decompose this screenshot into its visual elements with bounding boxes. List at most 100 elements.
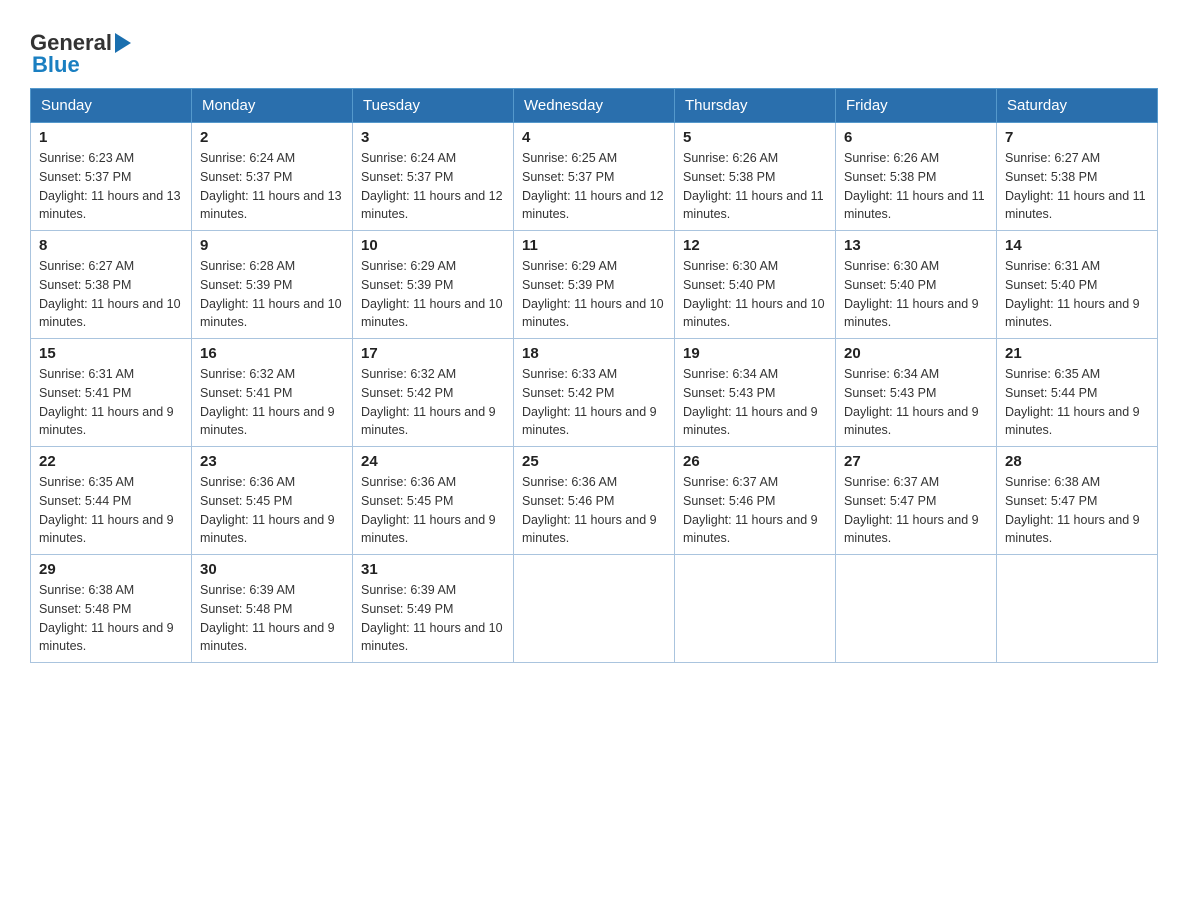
day-number: 3	[361, 129, 505, 146]
sunrise-label: Sunrise: 6:37 AM	[683, 475, 778, 489]
weekday-header-row: SundayMondayTuesdayWednesdayThursdayFrid…	[31, 89, 1158, 123]
sunset-label: Sunset: 5:47 PM	[1005, 494, 1097, 508]
sunset-label: Sunset: 5:44 PM	[1005, 386, 1097, 400]
sunrise-label: Sunrise: 6:30 AM	[683, 259, 778, 273]
sunset-label: Sunset: 5:48 PM	[39, 602, 131, 616]
daylight-label: Daylight: 11 hours and 11 minutes.	[683, 189, 824, 222]
day-info: Sunrise: 6:38 AM Sunset: 5:48 PM Dayligh…	[39, 581, 183, 656]
sunrise-label: Sunrise: 6:37 AM	[844, 475, 939, 489]
sunrise-label: Sunrise: 6:25 AM	[522, 151, 617, 165]
sunrise-label: Sunrise: 6:24 AM	[361, 151, 456, 165]
day-number: 27	[844, 453, 988, 470]
calendar-table: SundayMondayTuesdayWednesdayThursdayFrid…	[30, 88, 1158, 663]
calendar-header: SundayMondayTuesdayWednesdayThursdayFrid…	[31, 89, 1158, 123]
sunrise-label: Sunrise: 6:36 AM	[361, 475, 456, 489]
calendar-week-row: 22 Sunrise: 6:35 AM Sunset: 5:44 PM Dayl…	[31, 447, 1158, 555]
sunrise-label: Sunrise: 6:27 AM	[39, 259, 134, 273]
calendar-cell: 6 Sunrise: 6:26 AM Sunset: 5:38 PM Dayli…	[836, 123, 997, 231]
daylight-label: Daylight: 11 hours and 9 minutes.	[39, 621, 174, 654]
day-number: 26	[683, 453, 827, 470]
day-info: Sunrise: 6:32 AM Sunset: 5:41 PM Dayligh…	[200, 365, 344, 440]
sunrise-label: Sunrise: 6:30 AM	[844, 259, 939, 273]
daylight-label: Daylight: 11 hours and 9 minutes.	[39, 405, 174, 438]
sunset-label: Sunset: 5:37 PM	[522, 170, 614, 184]
calendar-cell: 21 Sunrise: 6:35 AM Sunset: 5:44 PM Dayl…	[997, 339, 1158, 447]
day-number: 8	[39, 237, 183, 254]
daylight-label: Daylight: 11 hours and 9 minutes.	[200, 513, 335, 546]
day-number: 28	[1005, 453, 1149, 470]
day-info: Sunrise: 6:28 AM Sunset: 5:39 PM Dayligh…	[200, 257, 344, 332]
sunrise-label: Sunrise: 6:36 AM	[522, 475, 617, 489]
sunrise-label: Sunrise: 6:35 AM	[1005, 367, 1100, 381]
weekday-header-saturday: Saturday	[997, 89, 1158, 123]
daylight-label: Daylight: 11 hours and 9 minutes.	[683, 405, 818, 438]
day-number: 18	[522, 345, 666, 362]
calendar-cell	[836, 555, 997, 663]
weekday-header-tuesday: Tuesday	[353, 89, 514, 123]
weekday-header-sunday: Sunday	[31, 89, 192, 123]
sunset-label: Sunset: 5:43 PM	[844, 386, 936, 400]
calendar-cell: 20 Sunrise: 6:34 AM Sunset: 5:43 PM Dayl…	[836, 339, 997, 447]
day-info: Sunrise: 6:24 AM Sunset: 5:37 PM Dayligh…	[361, 149, 505, 224]
calendar-cell: 2 Sunrise: 6:24 AM Sunset: 5:37 PM Dayli…	[192, 123, 353, 231]
day-number: 7	[1005, 129, 1149, 146]
day-number: 17	[361, 345, 505, 362]
day-info: Sunrise: 6:36 AM Sunset: 5:45 PM Dayligh…	[361, 473, 505, 548]
weekday-header-thursday: Thursday	[675, 89, 836, 123]
sunrise-label: Sunrise: 6:31 AM	[1005, 259, 1100, 273]
day-info: Sunrise: 6:36 AM Sunset: 5:46 PM Dayligh…	[522, 473, 666, 548]
sunset-label: Sunset: 5:41 PM	[39, 386, 131, 400]
daylight-label: Daylight: 11 hours and 9 minutes.	[683, 513, 818, 546]
daylight-label: Daylight: 11 hours and 12 minutes.	[361, 189, 503, 222]
calendar-week-row: 15 Sunrise: 6:31 AM Sunset: 5:41 PM Dayl…	[31, 339, 1158, 447]
calendar-cell: 3 Sunrise: 6:24 AM Sunset: 5:37 PM Dayli…	[353, 123, 514, 231]
day-info: Sunrise: 6:24 AM Sunset: 5:37 PM Dayligh…	[200, 149, 344, 224]
sunrise-label: Sunrise: 6:35 AM	[39, 475, 134, 489]
sunset-label: Sunset: 5:49 PM	[361, 602, 453, 616]
daylight-label: Daylight: 11 hours and 9 minutes.	[522, 513, 657, 546]
sunrise-label: Sunrise: 6:28 AM	[200, 259, 295, 273]
daylight-label: Daylight: 11 hours and 9 minutes.	[1005, 405, 1140, 438]
day-info: Sunrise: 6:25 AM Sunset: 5:37 PM Dayligh…	[522, 149, 666, 224]
day-number: 9	[200, 237, 344, 254]
calendar-cell: 30 Sunrise: 6:39 AM Sunset: 5:48 PM Dayl…	[192, 555, 353, 663]
daylight-label: Daylight: 11 hours and 9 minutes.	[200, 621, 335, 654]
calendar-cell: 13 Sunrise: 6:30 AM Sunset: 5:40 PM Dayl…	[836, 231, 997, 339]
daylight-label: Daylight: 11 hours and 10 minutes.	[361, 621, 503, 654]
sunset-label: Sunset: 5:37 PM	[39, 170, 131, 184]
day-number: 5	[683, 129, 827, 146]
sunset-label: Sunset: 5:42 PM	[361, 386, 453, 400]
day-info: Sunrise: 6:31 AM Sunset: 5:41 PM Dayligh…	[39, 365, 183, 440]
day-info: Sunrise: 6:39 AM Sunset: 5:48 PM Dayligh…	[200, 581, 344, 656]
day-info: Sunrise: 6:30 AM Sunset: 5:40 PM Dayligh…	[844, 257, 988, 332]
calendar-cell: 29 Sunrise: 6:38 AM Sunset: 5:48 PM Dayl…	[31, 555, 192, 663]
daylight-label: Daylight: 11 hours and 9 minutes.	[844, 297, 979, 330]
logo-blue: Blue	[32, 52, 80, 78]
day-info: Sunrise: 6:39 AM Sunset: 5:49 PM Dayligh…	[361, 581, 505, 656]
daylight-label: Daylight: 11 hours and 10 minutes.	[683, 297, 825, 330]
day-info: Sunrise: 6:29 AM Sunset: 5:39 PM Dayligh…	[361, 257, 505, 332]
calendar-cell: 31 Sunrise: 6:39 AM Sunset: 5:49 PM Dayl…	[353, 555, 514, 663]
day-info: Sunrise: 6:32 AM Sunset: 5:42 PM Dayligh…	[361, 365, 505, 440]
day-info: Sunrise: 6:30 AM Sunset: 5:40 PM Dayligh…	[683, 257, 827, 332]
sunrise-label: Sunrise: 6:36 AM	[200, 475, 295, 489]
sunset-label: Sunset: 5:42 PM	[522, 386, 614, 400]
daylight-label: Daylight: 11 hours and 9 minutes.	[1005, 297, 1140, 330]
day-number: 19	[683, 345, 827, 362]
sunset-label: Sunset: 5:39 PM	[361, 278, 453, 292]
day-info: Sunrise: 6:37 AM Sunset: 5:46 PM Dayligh…	[683, 473, 827, 548]
calendar-cell: 10 Sunrise: 6:29 AM Sunset: 5:39 PM Dayl…	[353, 231, 514, 339]
sunset-label: Sunset: 5:37 PM	[361, 170, 453, 184]
daylight-label: Daylight: 11 hours and 9 minutes.	[522, 405, 657, 438]
calendar-week-row: 1 Sunrise: 6:23 AM Sunset: 5:37 PM Dayli…	[31, 123, 1158, 231]
daylight-label: Daylight: 11 hours and 9 minutes.	[844, 513, 979, 546]
daylight-label: Daylight: 11 hours and 10 minutes.	[361, 297, 503, 330]
calendar-cell: 17 Sunrise: 6:32 AM Sunset: 5:42 PM Dayl…	[353, 339, 514, 447]
sunrise-label: Sunrise: 6:29 AM	[522, 259, 617, 273]
sunset-label: Sunset: 5:43 PM	[683, 386, 775, 400]
sunset-label: Sunset: 5:38 PM	[683, 170, 775, 184]
day-info: Sunrise: 6:34 AM Sunset: 5:43 PM Dayligh…	[844, 365, 988, 440]
calendar-week-row: 29 Sunrise: 6:38 AM Sunset: 5:48 PM Dayl…	[31, 555, 1158, 663]
daylight-label: Daylight: 11 hours and 12 minutes.	[522, 189, 664, 222]
day-info: Sunrise: 6:26 AM Sunset: 5:38 PM Dayligh…	[844, 149, 988, 224]
